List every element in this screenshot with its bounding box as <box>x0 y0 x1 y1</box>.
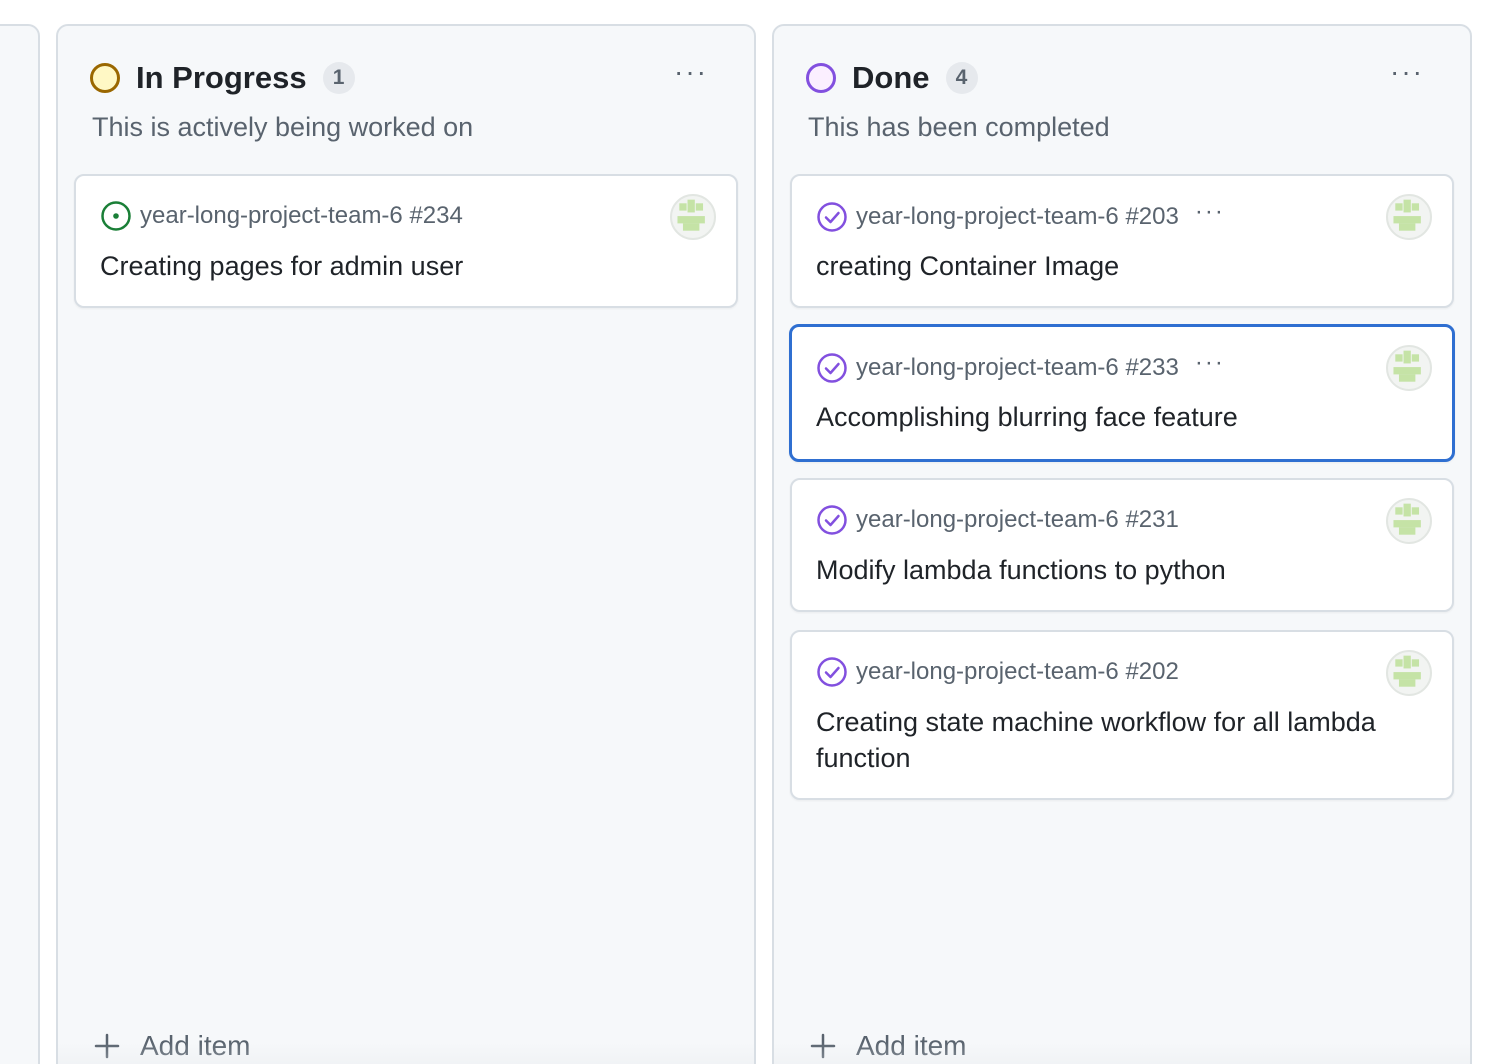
issue-title[interactable]: Creating state machine workflow for all … <box>816 704 1422 776</box>
plus-icon <box>94 1033 120 1059</box>
column-description: This has been completed <box>808 112 1110 142</box>
card-meta: year-long-project-team-6 #202 <box>816 656 1179 688</box>
card-meta: year-long-project-team-6 #234 <box>100 200 463 232</box>
issue-closed-icon <box>817 353 847 383</box>
column-done: Done 4 ··· This has been completed year-… <box>772 24 1472 1064</box>
column-menu-button[interactable]: ··· <box>1384 56 1430 100</box>
assignee-avatar[interactable] <box>670 194 716 240</box>
assignee-avatar[interactable] <box>1386 345 1432 391</box>
issue-closed-icon <box>817 505 847 535</box>
card-menu-button[interactable]: ··· <box>1195 351 1225 385</box>
issue-reference[interactable]: year-long-project-team-6 #233 <box>856 354 1179 382</box>
card-meta: year-long-project-team-6 #233 ··· <box>816 351 1225 385</box>
card-menu-button[interactable]: ··· <box>1195 200 1225 234</box>
column-menu-button[interactable]: ··· <box>668 56 714 100</box>
issue-title[interactable]: Creating pages for admin user <box>100 248 706 284</box>
issue-title[interactable]: creating Container Image <box>816 248 1422 284</box>
add-item-button[interactable]: Add item <box>94 1030 251 1062</box>
column-description: This is actively being worked on <box>92 112 474 142</box>
issue-card[interactable]: year-long-project-team-6 #202 Creating s… <box>790 630 1454 800</box>
column-title: Done <box>852 60 930 95</box>
identicon-icon <box>1393 503 1421 535</box>
issue-title[interactable]: Modify lambda functions to python <box>816 552 1422 588</box>
identicon-icon <box>1393 199 1421 231</box>
assignee-avatar[interactable] <box>1386 650 1432 696</box>
project-board: In Progress 1 ··· This is actively being… <box>0 0 1486 1064</box>
issue-card[interactable]: year-long-project-team-6 #231 Modify lam… <box>790 478 1454 612</box>
column-count-badge: 4 <box>945 62 978 94</box>
column-count-badge: 1 <box>322 62 355 94</box>
column-title: In Progress <box>136 60 307 95</box>
issue-card[interactable]: year-long-project-team-6 #234 Creating p… <box>74 174 738 308</box>
in-progress-status-icon <box>90 63 120 93</box>
issue-reference[interactable]: year-long-project-team-6 #202 <box>856 658 1179 686</box>
issue-card-selected[interactable]: year-long-project-team-6 #233 ··· Accomp… <box>789 324 1455 462</box>
assignee-avatar[interactable] <box>1386 498 1432 544</box>
assignee-avatar[interactable] <box>1386 194 1432 240</box>
add-item-label: Add item <box>856 1030 967 1061</box>
column-in-progress: In Progress 1 ··· This is actively being… <box>56 24 756 1064</box>
card-meta: year-long-project-team-6 #231 <box>816 504 1179 536</box>
add-item-button[interactable]: Add item <box>810 1030 967 1062</box>
column-header: Done 4 ··· <box>806 58 1430 98</box>
column-header: In Progress 1 ··· <box>90 58 714 98</box>
issue-closed-icon <box>817 657 847 687</box>
card-meta: year-long-project-team-6 #203 ··· <box>816 200 1225 234</box>
previous-column-edge <box>0 24 40 1064</box>
identicon-icon <box>1393 655 1421 687</box>
issue-opened-icon <box>101 201 131 231</box>
identicon-icon <box>677 199 705 231</box>
issue-reference[interactable]: year-long-project-team-6 #234 <box>140 202 463 230</box>
plus-icon <box>810 1033 836 1059</box>
issue-card[interactable]: year-long-project-team-6 #203 ··· creati… <box>790 174 1454 308</box>
issue-title[interactable]: Accomplishing blurring face feature <box>816 399 1422 435</box>
done-status-icon <box>806 63 836 93</box>
add-item-label: Add item <box>140 1030 251 1061</box>
issue-closed-icon <box>817 202 847 232</box>
identicon-icon <box>1393 350 1421 382</box>
issue-reference[interactable]: year-long-project-team-6 #203 <box>856 203 1179 231</box>
issue-reference[interactable]: year-long-project-team-6 #231 <box>856 506 1179 534</box>
